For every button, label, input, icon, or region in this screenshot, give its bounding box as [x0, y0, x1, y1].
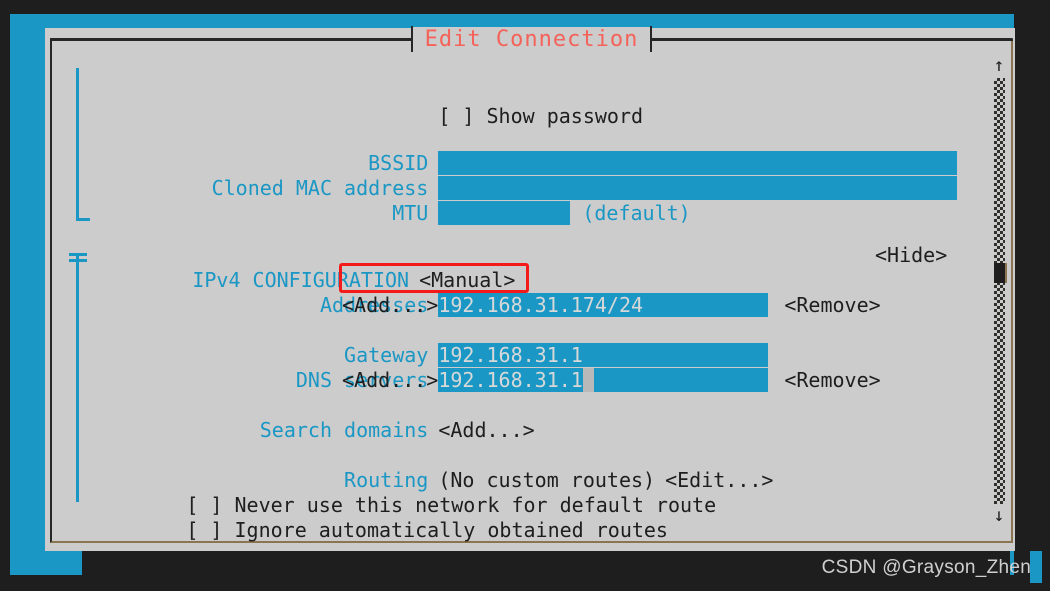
ignore-auto-routes-checkbox[interactable]: [ ]	[186, 518, 222, 542]
mtu-row: MTU (default)	[52, 176, 691, 251]
show-password-label: Show password	[486, 104, 644, 128]
text-cursor	[582, 368, 594, 392]
edit-connection-dialog: [ ] Show password BSSID Cloned MAC addre…	[50, 38, 1013, 543]
scroll-down-arrow-icon[interactable]: ↓	[989, 506, 1009, 526]
scroll-up-arrow-icon[interactable]: ↑	[989, 56, 1009, 76]
addresses-remove-0[interactable]: <Remove>	[784, 293, 880, 317]
ipv4-hide-toggle[interactable]: <Hide>	[875, 243, 947, 268]
dns-servers-input-0[interactable]: 192.168.31.1	[438, 368, 769, 392]
watermark-cyan-cap	[1030, 551, 1042, 583]
dns-servers-remove-0[interactable]: <Remove>	[784, 368, 880, 392]
watermark-text: CSDN @Grayson_Zheng	[821, 557, 1042, 578]
search-domains-add-button[interactable]: <Add...>	[438, 418, 534, 442]
show-password-checkbox[interactable]: [ ]	[438, 104, 474, 128]
ignore-auto-routes-row[interactable]: [ ] Ignore automatically obtained routes	[90, 493, 668, 568]
mtu-label: MTU	[392, 201, 429, 225]
search-domains-label: Search domains	[259, 418, 429, 442]
addresses-add-button[interactable]: <Add...>	[342, 293, 438, 318]
terminal-dark-right	[1014, 14, 1050, 591]
dialog-scrollbar[interactable]: ↑ ↓	[989, 56, 1009, 526]
dns-servers-add-button[interactable]: <Add...>	[342, 368, 438, 393]
mtu-default-hint: (default)	[582, 201, 691, 225]
ignore-auto-routes-label: Ignore automatically obtained routes	[234, 518, 668, 542]
mtu-input[interactable]	[438, 201, 571, 225]
terminal-screen: [ ] Show password BSSID Cloned MAC addre…	[0, 0, 1050, 591]
dialog-content: [ ] Show password BSSID Cloned MAC addre…	[52, 40, 1015, 545]
scrollbar-track[interactable]	[994, 78, 1005, 504]
dns-servers-value-0: 192.168.31.1	[438, 368, 583, 392]
addresses-input-0[interactable]: 192.168.31.174/24	[438, 293, 769, 317]
scrollbar-thumb[interactable]	[994, 263, 1007, 283]
